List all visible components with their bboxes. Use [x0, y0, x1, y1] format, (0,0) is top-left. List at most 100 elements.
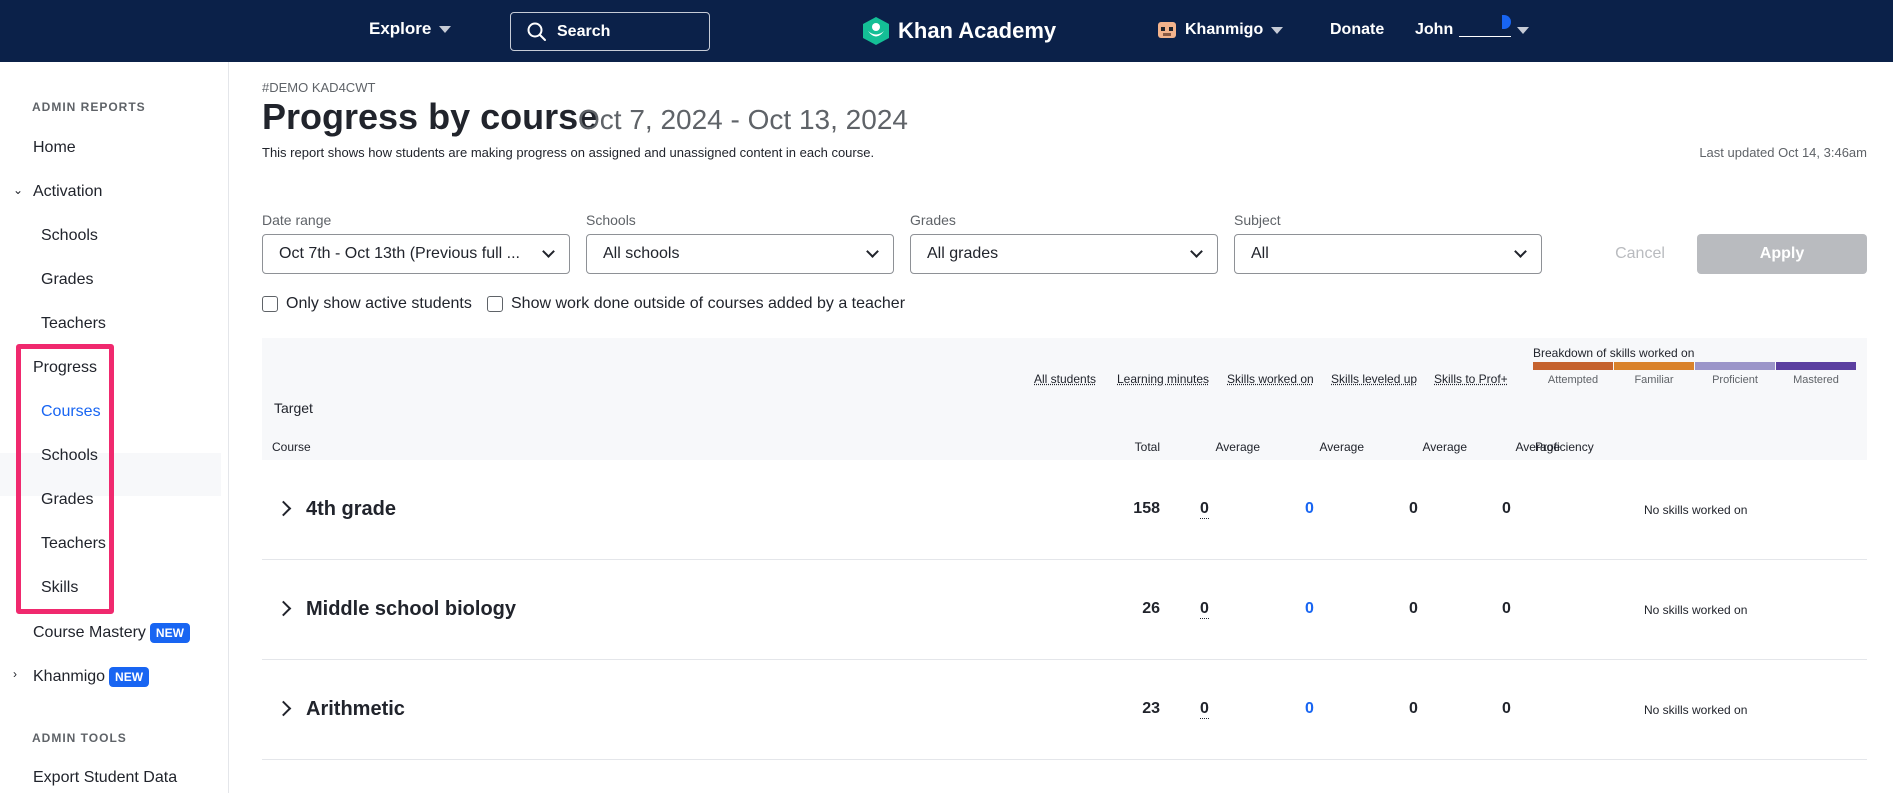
caret-down-icon — [439, 25, 452, 33]
user-menu[interactable]: John — [1415, 15, 1530, 39]
total-value: 158 — [1133, 500, 1160, 517]
chevron-right-icon[interactable] — [275, 600, 292, 617]
legend-label-proficient: Proficient — [1712, 374, 1758, 386]
table-row[interactable]: 4th grade 158 0 0 0 0 No skills worked o… — [262, 460, 1867, 560]
sidebar-item-progress[interactable]: Progress — [33, 359, 97, 377]
sidebar-item-activation[interactable]: Activation — [33, 183, 102, 201]
active-item-background — [0, 453, 221, 496]
minutes-value[interactable]: 0 — [1200, 600, 1209, 619]
date-range-value: Oct 7th - Oct 13th (Previous full ... — [279, 245, 520, 262]
subhead-average: Average — [1215, 440, 1260, 454]
subhead-total: Total — [1134, 440, 1160, 454]
sidebar-item-activation-schools[interactable]: Schools — [41, 227, 98, 245]
sidebar-item-course-mastery[interactable]: Course Mastery NEW — [33, 623, 190, 643]
caret-down-icon — [1517, 26, 1530, 34]
col-all-students[interactable]: All students — [1034, 372, 1096, 386]
target-label: Target — [274, 400, 313, 416]
legend-bar-proficient — [1695, 362, 1775, 370]
khanmigo-avatar-icon — [1158, 22, 1176, 38]
chevron-right-icon[interactable] — [275, 700, 292, 717]
legend-label-mastered: Mastered — [1793, 374, 1839, 386]
course-header: Course — [272, 440, 311, 454]
legend-bar-attempted — [1533, 362, 1613, 370]
khan-logo-icon — [863, 17, 889, 45]
logo-text: Khan Academy — [898, 18, 1057, 43]
sidebar-item-progress-teachers[interactable]: Teachers — [41, 535, 106, 553]
khanmigo-menu[interactable]: Khanmigo — [1157, 21, 1284, 39]
search-label: Search — [557, 22, 611, 40]
course-name[interactable]: Arithmetic — [306, 698, 405, 721]
chevron-down-icon — [542, 245, 555, 258]
sidebar-item-progress-skills[interactable]: Skills — [41, 579, 78, 597]
schools-select[interactable]: All schools — [586, 234, 894, 274]
user-avatar — [1459, 15, 1512, 37]
chevron-down-icon[interactable]: ⌄ — [13, 183, 23, 197]
outside-work-checkbox[interactable]: Show work done outside of courses added … — [487, 295, 905, 313]
legend-label-attempted: Attempted — [1547, 374, 1599, 386]
explore-menu[interactable]: Explore — [369, 19, 452, 39]
table-row[interactable]: Middle school biology 26 0 0 0 0 No skil… — [262, 560, 1867, 660]
checkbox-box — [487, 296, 503, 312]
col-skills-leveled-up[interactable]: Skills leveled up — [1331, 372, 1417, 386]
subject-label: Subject — [1234, 212, 1281, 228]
user-name: John — [1415, 21, 1454, 38]
prof-value: 0 — [1502, 600, 1511, 617]
worked-value[interactable]: 0 — [1305, 700, 1314, 718]
worked-value[interactable]: 0 — [1305, 500, 1314, 518]
leveled-value: 0 — [1409, 500, 1418, 517]
table-row[interactable]: Arithmetic 23 0 0 0 0 No skills worked o… — [262, 660, 1867, 760]
sidebar-item-activation-teachers[interactable]: Teachers — [41, 315, 106, 333]
explore-label: Explore — [369, 19, 432, 38]
khanmigo-label: Khanmigo — [1185, 21, 1264, 38]
subhead-proficiency: Proficiency — [1535, 440, 1594, 454]
subject-select[interactable]: All — [1234, 234, 1542, 274]
grades-select[interactable]: All grades — [910, 234, 1218, 274]
col-learning-minutes[interactable]: Learning minutes — [1117, 372, 1209, 386]
schools-label: Schools — [586, 212, 636, 228]
course-name[interactable]: Middle school biology — [306, 598, 516, 621]
sidebar-item-home[interactable]: Home — [33, 139, 76, 157]
only-active-checkbox[interactable]: Only show active students — [262, 295, 472, 313]
grades-value: All grades — [927, 245, 999, 262]
sidebar-item-progress-schools[interactable]: Schools — [41, 447, 98, 465]
minutes-value[interactable]: 0 — [1200, 500, 1209, 519]
course-name[interactable]: 4th grade — [306, 498, 396, 521]
breakdown-title: Breakdown of skills worked on — [1533, 346, 1695, 360]
search-button[interactable]: Search — [510, 12, 710, 51]
col-skills-worked-on[interactable]: Skills worked on — [1227, 372, 1314, 386]
admin-tools-heading: ADMIN TOOLS — [32, 731, 127, 745]
sidebar-item-activation-grades[interactable]: Grades — [41, 271, 93, 289]
leveled-value: 0 — [1409, 600, 1418, 617]
top-nav: Explore Search Khan Academy Khanmigo Don… — [0, 0, 1893, 62]
cancel-button[interactable]: Cancel — [1604, 234, 1676, 274]
subhead-average: Average — [1422, 440, 1467, 454]
sidebar-item-progress-grades[interactable]: Grades — [41, 491, 93, 509]
apply-button[interactable]: Apply — [1697, 234, 1867, 274]
breakdown-note: No skills worked on — [1644, 503, 1748, 517]
sidebar-item-export[interactable]: Export Student Data — [33, 769, 177, 787]
chevron-right-icon[interactable]: › — [13, 667, 17, 681]
avatar-dot-icon — [1502, 15, 1512, 29]
page-title: Progress by course — [262, 96, 599, 137]
breakdown-note: No skills worked on — [1644, 703, 1748, 717]
minutes-value[interactable]: 0 — [1200, 700, 1209, 719]
page-description: This report shows how students are makin… — [262, 145, 875, 160]
checkbox-box — [262, 296, 278, 312]
chevron-right-icon[interactable] — [275, 500, 292, 517]
prof-value: 0 — [1502, 700, 1511, 717]
col-skills-to-prof[interactable]: Skills to Prof+ — [1434, 372, 1508, 386]
chevron-down-icon — [866, 245, 879, 258]
sidebar-item-progress-courses[interactable]: Courses — [41, 403, 101, 421]
leveled-value: 0 — [1409, 700, 1418, 717]
admin-reports-heading: ADMIN REPORTS — [32, 100, 146, 114]
sidebar-item-khanmigo[interactable]: Khanmigo NEW — [33, 667, 150, 687]
khan-academy-logo[interactable]: Khan Academy — [862, 16, 1056, 46]
donate-link[interactable]: Donate — [1330, 21, 1384, 39]
only-active-label: Only show active students — [286, 295, 472, 312]
total-value: 26 — [1142, 600, 1160, 617]
khanmigo-item-label: Khanmigo — [33, 668, 106, 686]
chevron-down-icon — [1514, 245, 1527, 258]
date-range-select[interactable]: Oct 7th - Oct 13th (Previous full ... — [262, 234, 570, 274]
new-badge: NEW — [149, 623, 190, 643]
worked-value[interactable]: 0 — [1305, 600, 1314, 618]
